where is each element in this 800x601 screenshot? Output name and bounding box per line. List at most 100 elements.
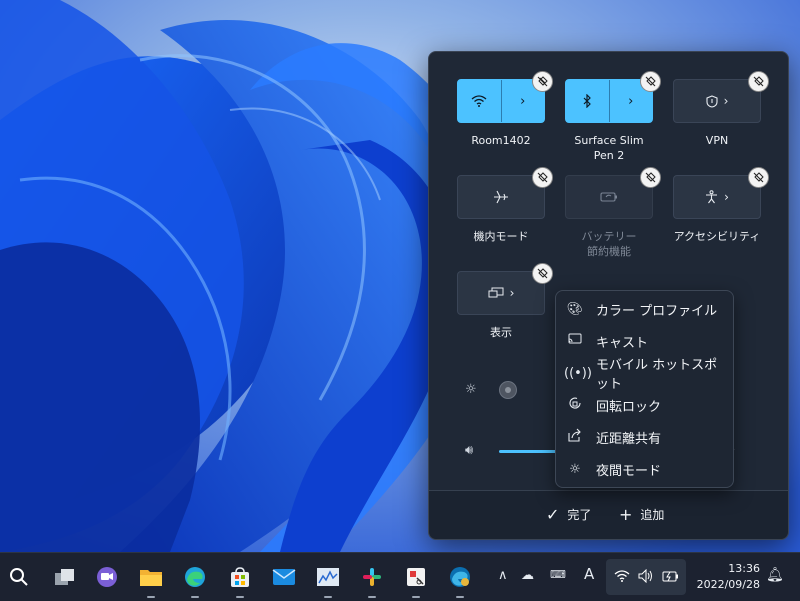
search-button[interactable]	[4, 562, 34, 592]
chevron-right-icon: ›	[723, 94, 729, 108]
menu-item-label: モバイル ホットスポット	[596, 358, 718, 392]
show-hidden-icons-chevron-up-icon[interactable]: ∧	[498, 568, 508, 583]
running-indicator	[324, 596, 332, 598]
vpn-tile[interactable]: ›	[673, 71, 769, 123]
airplane-mode-tile[interactable]	[457, 167, 553, 219]
bluetooth-tile[interactable]: ›	[565, 71, 661, 123]
task-view-icon	[55, 569, 74, 585]
wifi-icon	[471, 95, 487, 107]
done-label: 完了	[567, 508, 592, 522]
menu-item-label: キャスト	[596, 335, 649, 351]
unpin-icon	[753, 76, 764, 87]
menu-item-label: カラー プロファイル	[596, 303, 718, 319]
running-indicator	[147, 596, 155, 598]
edge-icon	[185, 567, 205, 587]
menu-item-label: 回転ロック	[596, 399, 662, 415]
unpin-icon	[645, 172, 656, 183]
menu-item-label: 夜間モード	[596, 463, 662, 479]
unpin-icon	[753, 172, 764, 183]
menu-item-cast[interactable]: キャスト	[564, 327, 724, 355]
volume-icon[interactable]: 🔊︎	[465, 443, 473, 458]
file-explorer-button[interactable]	[136, 562, 166, 598]
ime-mode-indicator[interactable]: A	[584, 565, 594, 583]
accessibility-icon	[706, 190, 718, 204]
display-tile[interactable]: ›	[457, 263, 553, 315]
accessibility-tile[interactable]: ›	[673, 167, 769, 219]
wifi-tile[interactable]: ›	[457, 71, 553, 123]
touch-keyboard-icon[interactable]: ⌨︎	[550, 568, 566, 581]
notification-bell-icon[interactable]: 🔔︎	[766, 567, 784, 583]
running-indicator	[236, 596, 244, 598]
running-indicator	[191, 596, 199, 598]
unpin-icon	[645, 76, 656, 87]
night-light-icon: ☼	[569, 461, 581, 477]
store-button[interactable]	[225, 562, 255, 598]
tile-cell-display: › 表示	[451, 263, 553, 340]
add-button[interactable]: + 追加	[619, 505, 664, 524]
nearby-share-icon	[564, 428, 586, 446]
unpin-icon	[537, 268, 548, 279]
menu-item-color-profile[interactable]: 🎨︎ カラー プロファイル	[564, 295, 724, 323]
battery-saver-label: バッテリー 節約機能	[559, 229, 659, 259]
rotation-lock-icon	[564, 396, 586, 414]
edge-beta-icon	[450, 567, 470, 587]
tile-cell-accessibility: › アクセシビリティ	[667, 167, 769, 244]
chevron-right-icon: ›	[724, 190, 729, 204]
airplane-mode-label: 機内モード	[473, 230, 529, 243]
battery-charging-icon	[662, 571, 678, 582]
menu-item-label: 近距離共有	[596, 431, 662, 447]
performance-monitor-icon	[317, 568, 339, 586]
wifi-toggle[interactable]	[458, 80, 501, 122]
mail-button[interactable]	[269, 562, 299, 592]
battery-saver-tile[interactable]	[565, 167, 661, 219]
unpin-battery-saver-button[interactable]	[640, 167, 661, 188]
volume-icon	[638, 569, 652, 583]
battery-saver-label-line2: 節約機能	[587, 245, 631, 258]
unpin-airplane-button[interactable]	[532, 167, 553, 188]
task-view-button[interactable]	[50, 562, 80, 592]
performance-monitor-button[interactable]	[313, 562, 343, 598]
running-indicator	[412, 596, 420, 598]
chevron-right-icon: ›	[628, 93, 634, 109]
quick-settings-tray-button[interactable]	[606, 559, 686, 595]
unpin-display-button[interactable]	[532, 263, 553, 284]
done-button[interactable]: ✓ 完了	[546, 505, 591, 524]
unpin-wifi-button[interactable]	[532, 71, 553, 92]
slack-button[interactable]	[357, 562, 387, 598]
display-label: 表示	[490, 326, 512, 339]
menu-item-night-light[interactable]: ☼ 夜間モード	[564, 455, 724, 483]
slack-icon	[363, 568, 381, 586]
wifi-icon	[614, 570, 630, 582]
unpin-bluetooth-button[interactable]	[640, 71, 661, 92]
teams-chat-button[interactable]	[92, 562, 122, 592]
brightness-icon: ☼	[465, 382, 477, 397]
bluetooth-toggle[interactable]	[566, 80, 609, 122]
quick-settings-footer: ✓ 完了 + 追加	[429, 490, 788, 539]
battery-saver-label-line1: バッテリー	[581, 230, 637, 243]
edge-button[interactable]	[180, 562, 210, 598]
shield-icon	[706, 94, 718, 108]
edge-beta-button[interactable]	[445, 562, 475, 598]
tile-cell-battery-saver: バッテリー 節約機能	[559, 167, 661, 259]
cast-icon	[564, 333, 586, 349]
menu-item-mobile-hotspot[interactable]: ((•)) モバイル ホットスポット	[564, 358, 724, 392]
bluetooth-icon	[583, 94, 592, 108]
menu-item-rotation-lock[interactable]: 回転ロック	[564, 391, 724, 419]
clock-date: 2022/09/28	[696, 578, 760, 591]
taskbar: ∧ ☁︎ ⌨︎ A 13:36 2022/09/28 🔔︎	[0, 552, 800, 601]
unpin-accessibility-button[interactable]	[748, 167, 769, 188]
tile-cell-airplane: 機内モード	[451, 167, 553, 244]
brightness-slider-thumb[interactable]	[499, 381, 517, 399]
add-label: 追加	[640, 508, 665, 522]
unpin-icon	[537, 172, 548, 183]
store-icon	[231, 567, 249, 587]
chevron-right-icon: ›	[520, 93, 526, 109]
accessibility-label: アクセシビリティ	[673, 230, 761, 243]
unpin-vpn-button[interactable]	[748, 71, 769, 92]
menu-item-nearby-share[interactable]: 近距離共有	[564, 423, 724, 451]
clock[interactable]: 13:36 2022/09/28	[697, 561, 760, 593]
tile-cell-bluetooth: › Surface Slim Pen 2	[559, 71, 661, 163]
plus-icon: +	[619, 505, 633, 524]
snipping-tool-button[interactable]	[401, 562, 431, 598]
onedrive-icon[interactable]: ☁︎	[521, 568, 534, 583]
